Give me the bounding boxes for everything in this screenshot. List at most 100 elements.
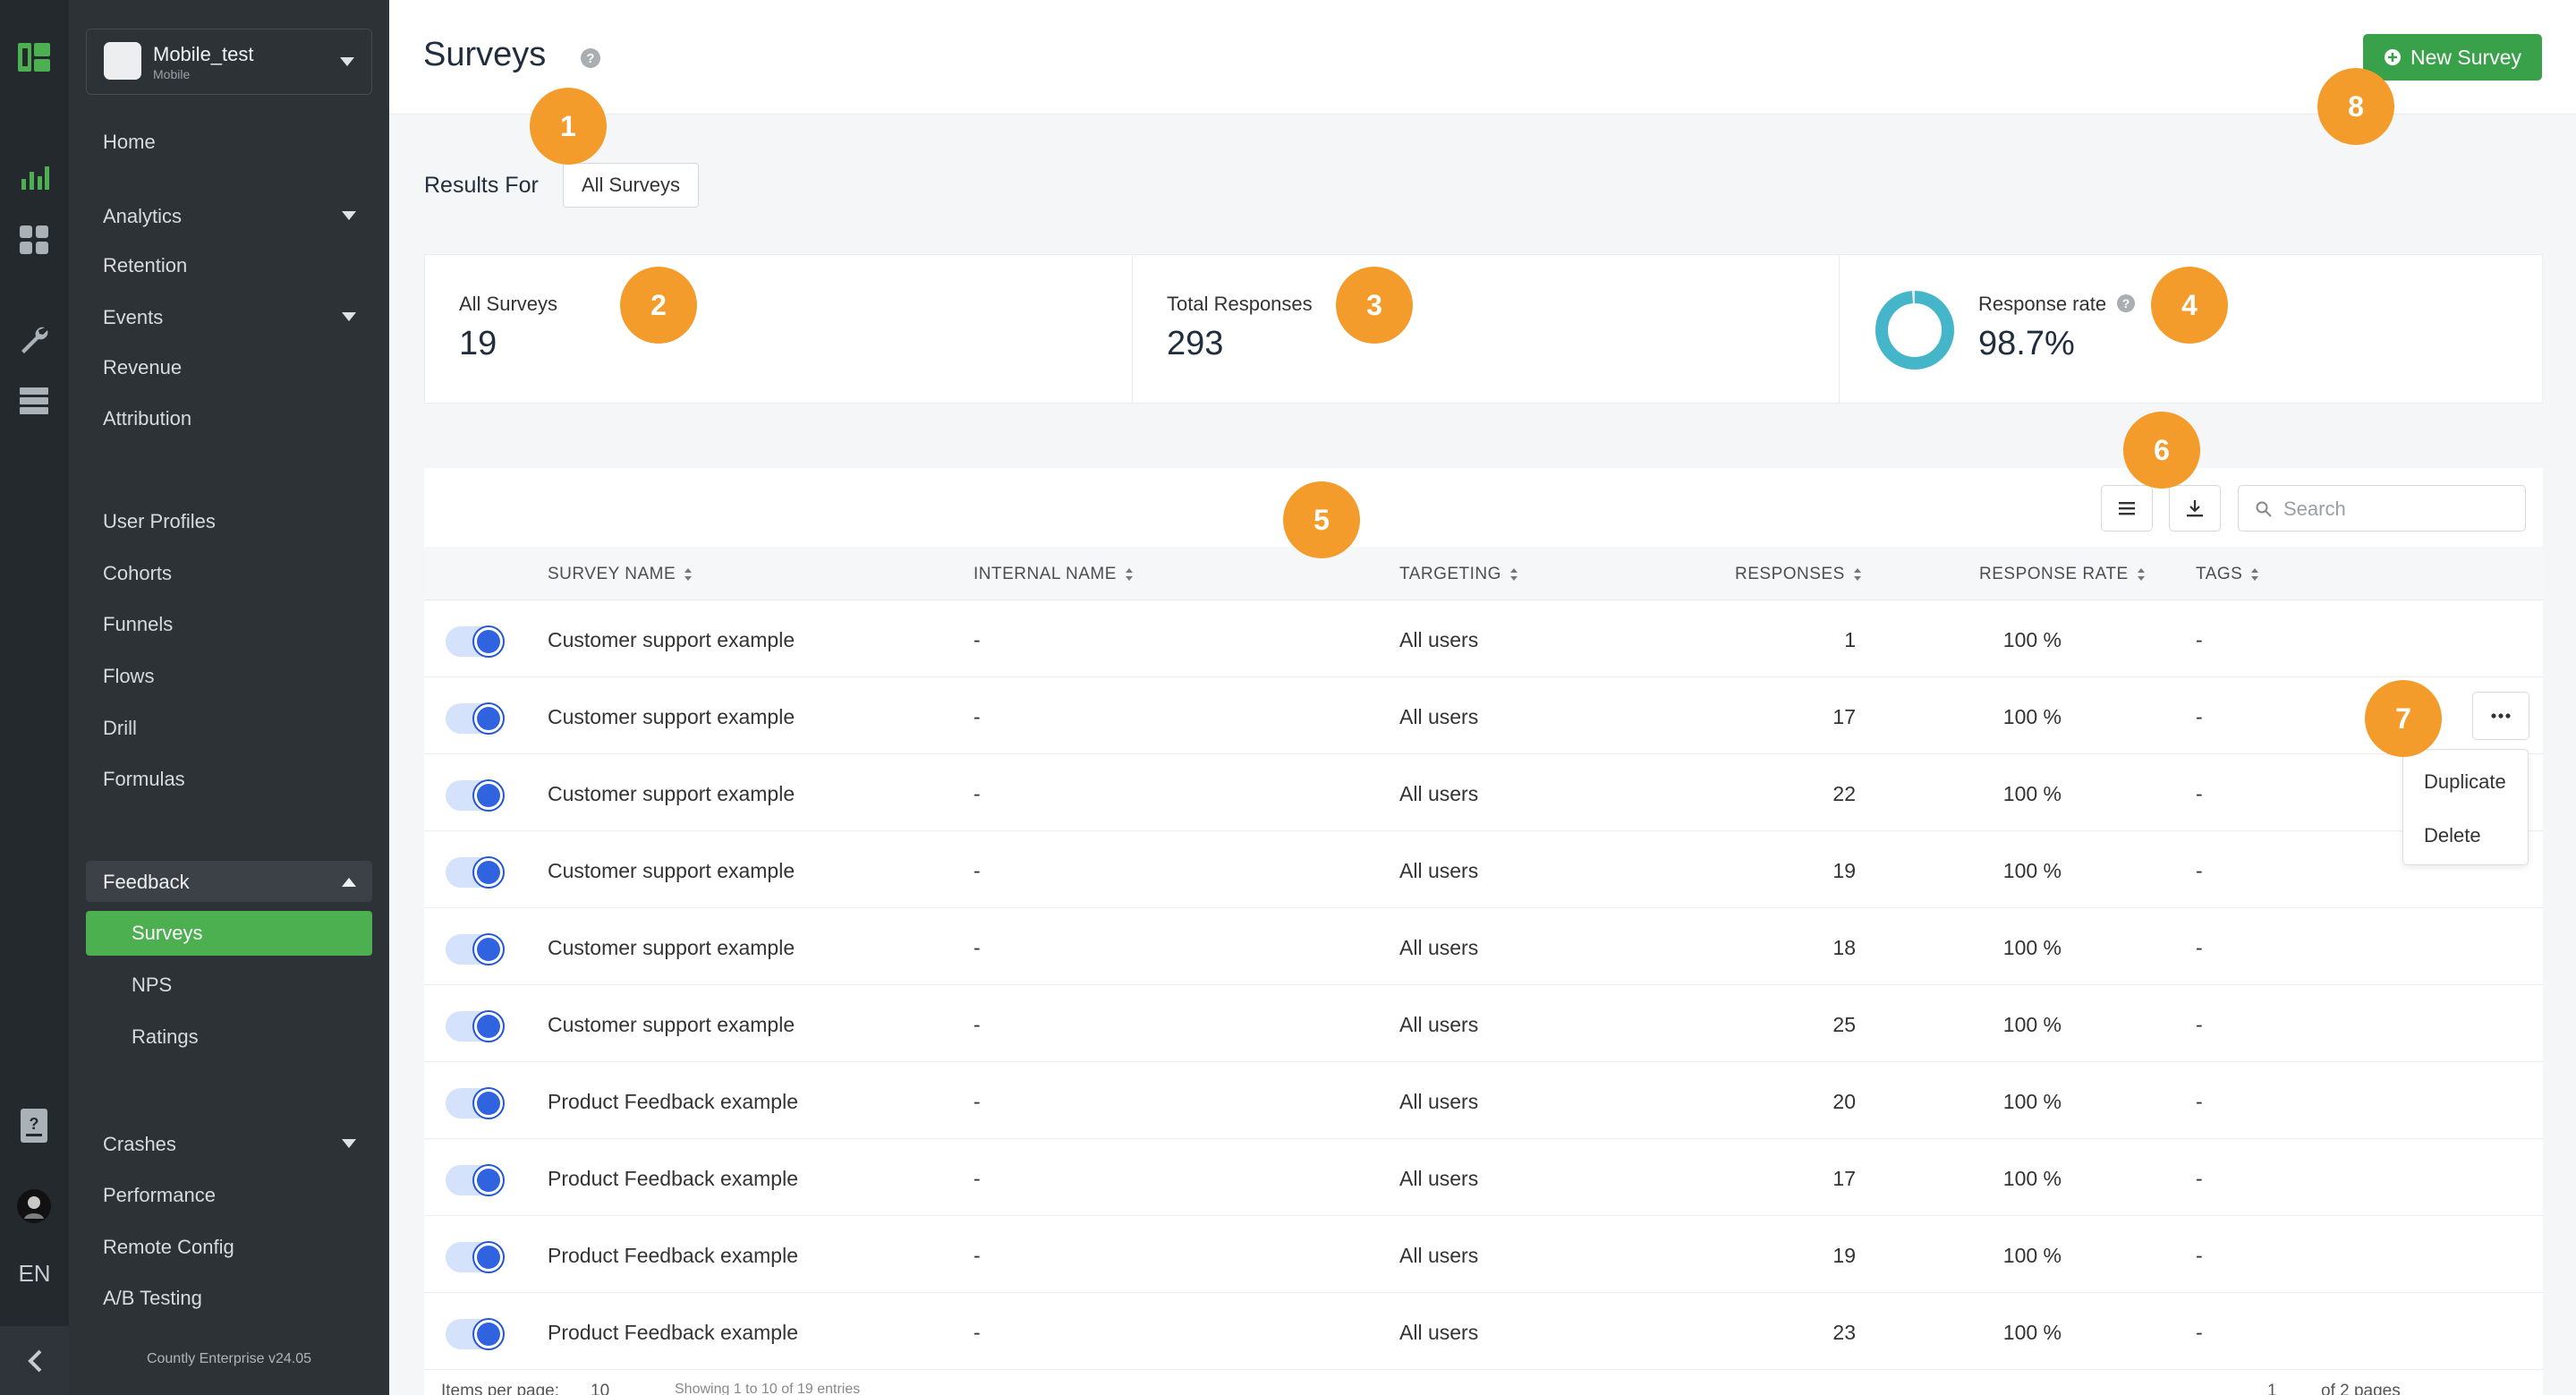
dashboards-grid-icon[interactable] xyxy=(16,222,52,258)
menu-item-duplicate[interactable]: Duplicate xyxy=(2424,770,2506,794)
items-per-page-select[interactable]: 10 xyxy=(591,1382,609,1395)
app-name: Mobile_test xyxy=(153,43,254,65)
wrench-icon[interactable] xyxy=(16,322,52,358)
sidebar-item-crashes[interactable]: Crashes xyxy=(103,1133,176,1156)
sidebar-item-home[interactable]: Home xyxy=(103,131,156,154)
sidebar-item-user-profiles[interactable]: User Profiles xyxy=(103,510,216,533)
tags: - xyxy=(2196,1167,2203,1190)
row-more-button[interactable] xyxy=(2472,692,2529,740)
app-selector[interactable]: Mobile_test Mobile xyxy=(86,29,372,95)
survey-status-toggle[interactable] xyxy=(446,1164,505,1196)
survey-status-toggle[interactable] xyxy=(446,702,505,735)
targeting: All users xyxy=(1399,1321,1479,1344)
export-button[interactable] xyxy=(2169,485,2221,532)
col-responses[interactable]: RESPONSES xyxy=(1735,565,1863,584)
table-row[interactable]: Product Feedback example - All users 17 100 … xyxy=(424,1139,2543,1216)
sidebar-item-analytics[interactable]: Analytics xyxy=(103,205,182,228)
column-settings-button[interactable] xyxy=(2101,485,2153,532)
table-row[interactable]: Customer support example - All users 18 100 … xyxy=(424,908,2543,985)
entries-info: Showing 1 to 10 of 19 entries xyxy=(675,1382,861,1395)
callout-badge: 3 xyxy=(1336,267,1413,344)
internal-name: - xyxy=(973,936,981,959)
col-internal-name[interactable]: INTERNAL NAME xyxy=(973,565,1135,584)
survey-status-toggle[interactable] xyxy=(446,779,505,812)
data-manager-icon[interactable] xyxy=(16,383,52,419)
page-select[interactable]: 1 xyxy=(2267,1382,2277,1395)
survey-name[interactable]: Product Feedback example xyxy=(548,1244,798,1268)
sidebar-item-drill[interactable]: Drill xyxy=(103,717,137,740)
tags: - xyxy=(2196,1321,2203,1344)
survey-name[interactable]: Customer support example xyxy=(548,936,795,960)
callout-badge: 4 xyxy=(2151,267,2228,344)
survey-status-toggle[interactable] xyxy=(446,1087,505,1119)
help-document-icon[interactable]: ? xyxy=(16,1108,52,1144)
table-row[interactable]: Customer support example - All users 22 100 … xyxy=(424,754,2543,831)
sidebar-item-cohorts[interactable]: Cohorts xyxy=(103,562,172,585)
internal-name: - xyxy=(973,1321,981,1344)
sidebar-item-attribution[interactable]: Attribution xyxy=(103,407,191,430)
survey-status-toggle[interactable] xyxy=(446,856,505,889)
chevron-left-icon xyxy=(27,1349,41,1372)
survey-status-toggle[interactable] xyxy=(446,625,505,658)
col-response-rate[interactable]: RESPONSE RATE xyxy=(1979,565,2147,584)
survey-name[interactable]: Customer support example xyxy=(548,705,795,729)
sidebar-item-ab-testing[interactable]: A/B Testing xyxy=(103,1287,202,1310)
toggle-knob xyxy=(472,625,505,658)
col-survey-name[interactable]: SURVEY NAME xyxy=(548,565,693,584)
sidebar-item-performance[interactable]: Performance xyxy=(103,1184,216,1207)
sidebar-item-feedback[interactable]: Feedback xyxy=(86,861,372,902)
table-row[interactable]: Customer support example - All users 19 100 … xyxy=(424,831,2543,908)
language-selector[interactable]: EN xyxy=(0,1260,69,1288)
table-row[interactable]: Product Feedback example - All users 20 100 … xyxy=(424,1062,2543,1139)
table-row[interactable]: Product Feedback example - All users 19 100 … xyxy=(424,1216,2543,1293)
analytics-bars-icon[interactable] xyxy=(16,159,52,195)
survey-name[interactable]: Product Feedback example xyxy=(548,1167,798,1191)
internal-name: - xyxy=(973,1167,981,1190)
new-survey-button[interactable]: New Survey xyxy=(2363,34,2542,81)
survey-status-toggle[interactable] xyxy=(446,1010,505,1042)
help-icon[interactable]: ? xyxy=(2116,293,2136,313)
sidebar-item-ratings[interactable]: Ratings xyxy=(132,1025,199,1049)
col-tags[interactable]: TAGS xyxy=(2196,565,2260,584)
search-input[interactable] xyxy=(2283,497,2516,522)
sidebar-item-formulas[interactable]: Formulas xyxy=(103,768,185,791)
survey-name[interactable]: Customer support example xyxy=(548,859,795,883)
survey-status-toggle[interactable] xyxy=(446,1241,505,1273)
table-row[interactable]: Customer support example - All users 25 100 … xyxy=(424,985,2543,1062)
page-header: Surveys ? New Survey xyxy=(389,0,2576,115)
help-icon[interactable]: ? xyxy=(580,47,601,69)
menu-item-delete[interactable]: Delete xyxy=(2424,824,2481,847)
survey-name[interactable]: Product Feedback example xyxy=(548,1321,798,1345)
search-box[interactable] xyxy=(2238,485,2526,532)
survey-name[interactable]: Customer support example xyxy=(548,782,795,806)
sidebar-item-retention[interactable]: Retention xyxy=(103,254,187,277)
sidebar-item-funnels[interactable]: Funnels xyxy=(103,613,173,636)
survey-status-toggle[interactable] xyxy=(446,1318,505,1350)
response-rate: 100 % xyxy=(2002,1244,2062,1267)
collapse-sidebar-button[interactable] xyxy=(0,1326,69,1395)
sidebar-item-nps[interactable]: NPS xyxy=(132,974,172,997)
tags: - xyxy=(2196,705,2203,728)
internal-name: - xyxy=(973,628,981,651)
table-row[interactable]: Product Feedback example - All users 23 100 … xyxy=(424,1293,2543,1370)
toggle-knob xyxy=(472,1087,505,1119)
targeting: All users xyxy=(1399,859,1479,882)
sort-icon xyxy=(1509,568,1518,581)
sidebar-item-remote-config[interactable]: Remote Config xyxy=(103,1236,234,1259)
survey-name[interactable]: Product Feedback example xyxy=(548,1090,798,1114)
survey-name[interactable]: Customer support example xyxy=(548,1013,795,1037)
sidebar-item-revenue[interactable]: Revenue xyxy=(103,356,182,379)
user-avatar-icon[interactable] xyxy=(16,1188,52,1224)
sidebar-item-events[interactable]: Events xyxy=(103,306,163,329)
sidebar-item-surveys[interactable]: Surveys xyxy=(86,911,372,956)
table-row[interactable]: Customer support example - All users 1 100 %… xyxy=(424,600,2543,677)
countly-logo-icon[interactable] xyxy=(16,39,52,75)
toggle-knob xyxy=(472,933,505,965)
table-row[interactable]: Customer support example - All users 17 100 … xyxy=(424,677,2543,754)
survey-filter-dropdown[interactable]: All Surveys xyxy=(563,163,699,208)
col-targeting[interactable]: TARGETING xyxy=(1399,565,1519,584)
survey-name[interactable]: Customer support example xyxy=(548,628,795,652)
sidebar-item-flows[interactable]: Flows xyxy=(103,665,154,688)
survey-status-toggle[interactable] xyxy=(446,933,505,965)
pages-total: of 2 pages xyxy=(2321,1382,2401,1395)
